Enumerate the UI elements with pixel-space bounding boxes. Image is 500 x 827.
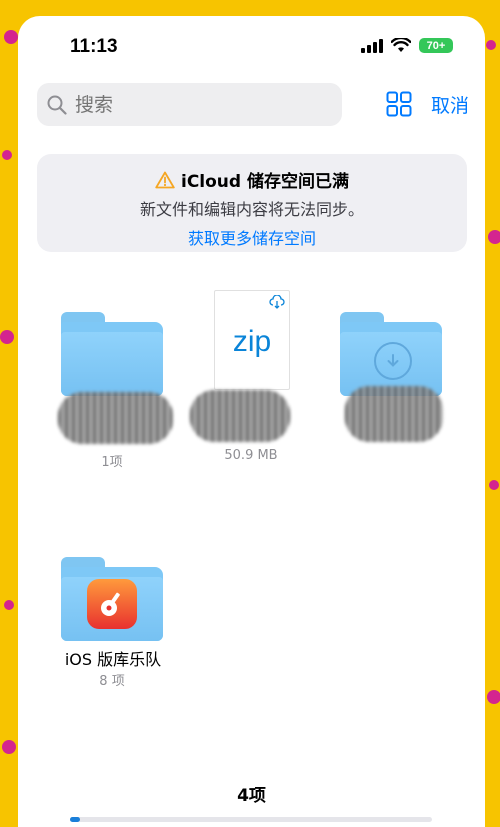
wifi-icon	[391, 38, 411, 52]
redacted-name	[58, 392, 173, 444]
banner-message: 新文件和编辑内容将无法同步。	[139, 200, 364, 219]
phone-screen: 11:13 70+ 取消	[18, 16, 485, 827]
search-icon	[47, 95, 67, 115]
redacted-name	[190, 390, 290, 442]
folder-icon	[61, 557, 163, 641]
decor-dot	[2, 740, 16, 754]
download-icon	[374, 342, 412, 380]
decor-dot	[4, 600, 14, 610]
decor-dot	[486, 40, 496, 50]
scroll-indicator[interactable]	[70, 817, 432, 822]
decor-dot	[487, 690, 500, 704]
signal-icon	[361, 38, 383, 53]
warning-icon	[155, 171, 175, 188]
folder-icon	[340, 312, 442, 396]
search-field[interactable]	[37, 83, 342, 126]
decor-dot	[4, 30, 18, 44]
decor-dot	[2, 150, 12, 160]
downloadable-folder-item[interactable]	[340, 312, 442, 396]
status-time: 11:13	[70, 36, 118, 57]
item-detail: 8 项	[99, 674, 125, 689]
get-more-storage-link[interactable]: 获取更多储存空间	[188, 225, 316, 249]
decor-dot	[489, 480, 499, 490]
search-row: 取消	[37, 83, 469, 127]
grid-view-icon[interactable]	[386, 91, 412, 117]
icloud-storage-banner: iCloud 储存空间已满 新文件和编辑内容将无法同步。 获取更多储存空间	[37, 154, 467, 252]
garageband-app-icon	[87, 579, 137, 629]
decor-dot	[0, 330, 14, 344]
decor-dot	[488, 230, 500, 244]
folder-item[interactable]	[61, 312, 163, 396]
item-name: iOS 版库乐队	[64, 650, 162, 669]
folder-icon	[61, 312, 163, 396]
zip-label: zip	[232, 325, 272, 358]
cancel-button[interactable]: 取消	[431, 91, 469, 118]
battery-indicator: 70+	[419, 38, 453, 53]
status-bar: 11:13 70+	[18, 16, 485, 76]
item-count: 4项	[237, 786, 266, 806]
cloud-download-icon	[269, 295, 285, 309]
garageband-folder-item[interactable]	[61, 557, 163, 641]
banner-title-row: iCloud 储存空间已满	[37, 167, 467, 192]
item-detail: 1项	[101, 455, 123, 470]
scroll-thumb[interactable]	[70, 817, 80, 822]
status-icons: 70+	[361, 38, 453, 53]
redacted-name	[345, 386, 443, 442]
item-detail: 50.9 MB	[224, 448, 278, 463]
zip-file-item[interactable]: zip	[214, 290, 290, 390]
banner-title: iCloud 储存空间已满	[181, 172, 349, 192]
search-input[interactable]	[73, 92, 317, 117]
